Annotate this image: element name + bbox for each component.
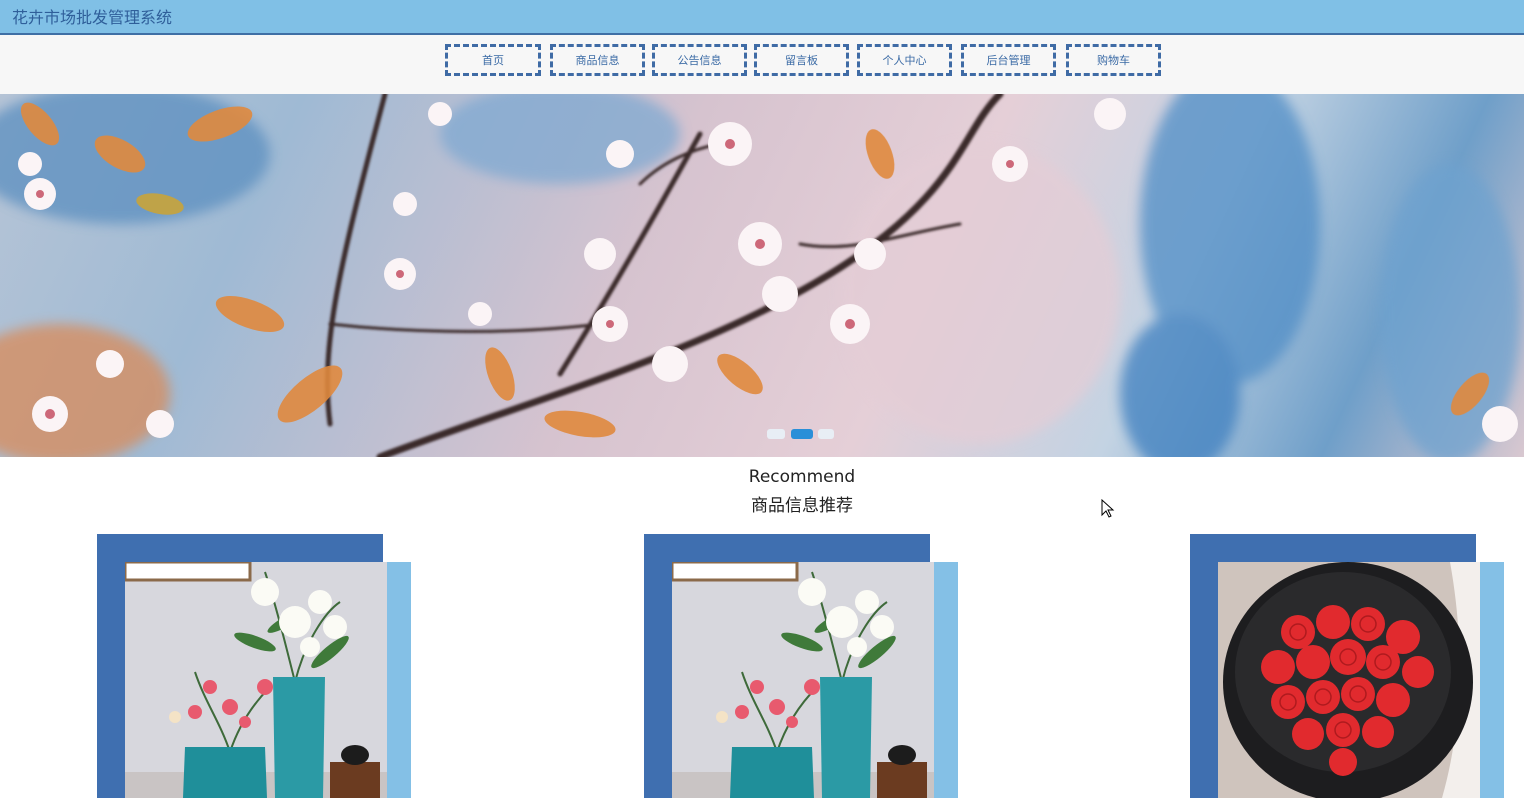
mouse-cursor-icon bbox=[1101, 499, 1115, 518]
recommend-title-en: Recommend bbox=[748, 467, 856, 487]
app-title: 花卉市场批发管理系统 bbox=[12, 8, 173, 27]
carousel-dot-2[interactable] bbox=[791, 429, 813, 439]
flower-vase-photo bbox=[672, 562, 934, 798]
banner-image bbox=[0, 94, 1520, 457]
rose-bouquet-photo bbox=[1218, 562, 1480, 798]
nav-cart[interactable]: 购物车 bbox=[1066, 44, 1161, 76]
product-image-flower-vase[interactable] bbox=[125, 562, 387, 798]
app-header: 花卉市场批发管理系统 bbox=[0, 0, 1524, 35]
product-image-flower-vase[interactable] bbox=[672, 562, 934, 798]
main-nav: 首页 商品信息 公告信息 留言板 个人中心 后台管理 购物车 bbox=[0, 35, 1524, 94]
banner-carousel[interactable] bbox=[0, 94, 1524, 457]
nav-home[interactable]: 首页 bbox=[445, 44, 541, 76]
nav-announcements[interactable]: 公告信息 bbox=[652, 44, 747, 76]
nav-admin[interactable]: 后台管理 bbox=[961, 44, 1056, 76]
product-card-accent bbox=[1478, 562, 1504, 798]
nav-personal-center[interactable]: 个人中心 bbox=[857, 44, 952, 76]
flower-vase-photo bbox=[125, 562, 387, 798]
carousel-dot-3[interactable] bbox=[818, 429, 834, 439]
carousel-dot-1[interactable] bbox=[767, 429, 785, 439]
nav-products[interactable]: 商品信息 bbox=[550, 44, 645, 76]
nav-message-board[interactable]: 留言板 bbox=[754, 44, 849, 76]
recommend-title-cn: 商品信息推荐 bbox=[751, 496, 853, 516]
product-image-rose-bouquet[interactable] bbox=[1218, 562, 1480, 798]
product-card-accent bbox=[385, 562, 411, 798]
product-card-accent bbox=[932, 562, 958, 798]
